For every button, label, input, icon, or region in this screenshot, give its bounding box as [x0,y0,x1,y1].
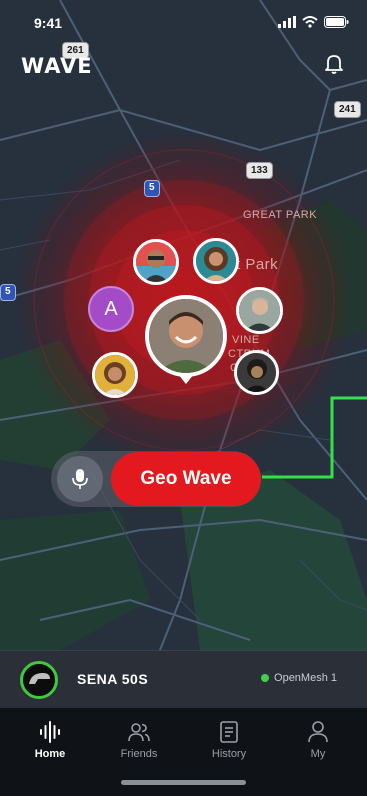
tab-my[interactable]: My [283,720,353,760]
geo-wave-button[interactable]: Geo Wave [111,452,261,506]
tab-home-label: Home [34,748,66,760]
highway-shield-5: 5 [144,180,160,197]
friend-photo [239,290,280,331]
user-photo [149,299,223,373]
highway-shield-241: 241 [334,101,361,118]
tab-friends-label: Friends [120,748,158,760]
friend-avatar-letter[interactable]: A [88,286,134,332]
waveform-icon [40,721,60,743]
friend-avatar-2[interactable] [193,238,239,284]
wifi-icon [302,16,318,28]
friend-avatar-4[interactable] [92,352,138,398]
map-label-great-park: GREAT PARK [243,209,318,221]
history-icon [220,721,238,743]
tab-friends[interactable]: Friends [104,720,174,760]
notification-bell-icon[interactable] [323,53,345,75]
mesh-network-label: OpenMesh 1 [274,672,337,684]
microphone-icon [72,469,88,489]
friend-photo [196,241,236,281]
profile-icon [308,721,328,743]
map-label-park: t Park [236,256,279,273]
friend-avatar-5[interactable] [234,350,279,395]
mesh-status: OpenMesh 1 [261,672,337,684]
friend-photo [95,355,135,395]
mesh-status-dot [261,674,270,682]
highway-shield-133: 133 [246,162,273,179]
map-label-vine: VINE [232,334,260,346]
location-pin-tail [178,374,194,384]
app-logo: WAVE [21,54,93,78]
battery-icon [324,16,349,28]
friend-avatar-3[interactable] [236,287,283,334]
friends-icon [128,723,150,742]
friend-photo [237,353,276,392]
device-name: SENA 50S [77,671,149,687]
device-icon [20,661,58,699]
connected-device-bar[interactable]: SENA 50S OpenMesh 1 [0,650,367,708]
status-time: 9:41 [34,15,63,31]
microphone-button[interactable] [57,456,103,502]
app-screen: 261 241 133 5 5 GREAT PARK t Park VINE C… [0,0,367,796]
friend-photo [136,242,176,282]
helmet-icon [29,673,50,684]
tab-history[interactable]: History [194,720,264,760]
tab-home[interactable]: Home [15,720,85,760]
current-user-avatar[interactable] [145,295,227,377]
status-icons [278,16,349,28]
friend-avatar-1[interactable] [133,239,179,285]
status-bar: 9:41 [0,0,367,40]
signal-icon [278,16,296,28]
home-indicator[interactable] [121,780,246,785]
tab-my-label: My [310,748,326,760]
tab-history-label: History [211,748,247,760]
highway-shield-5-edge: 5 [0,284,16,301]
